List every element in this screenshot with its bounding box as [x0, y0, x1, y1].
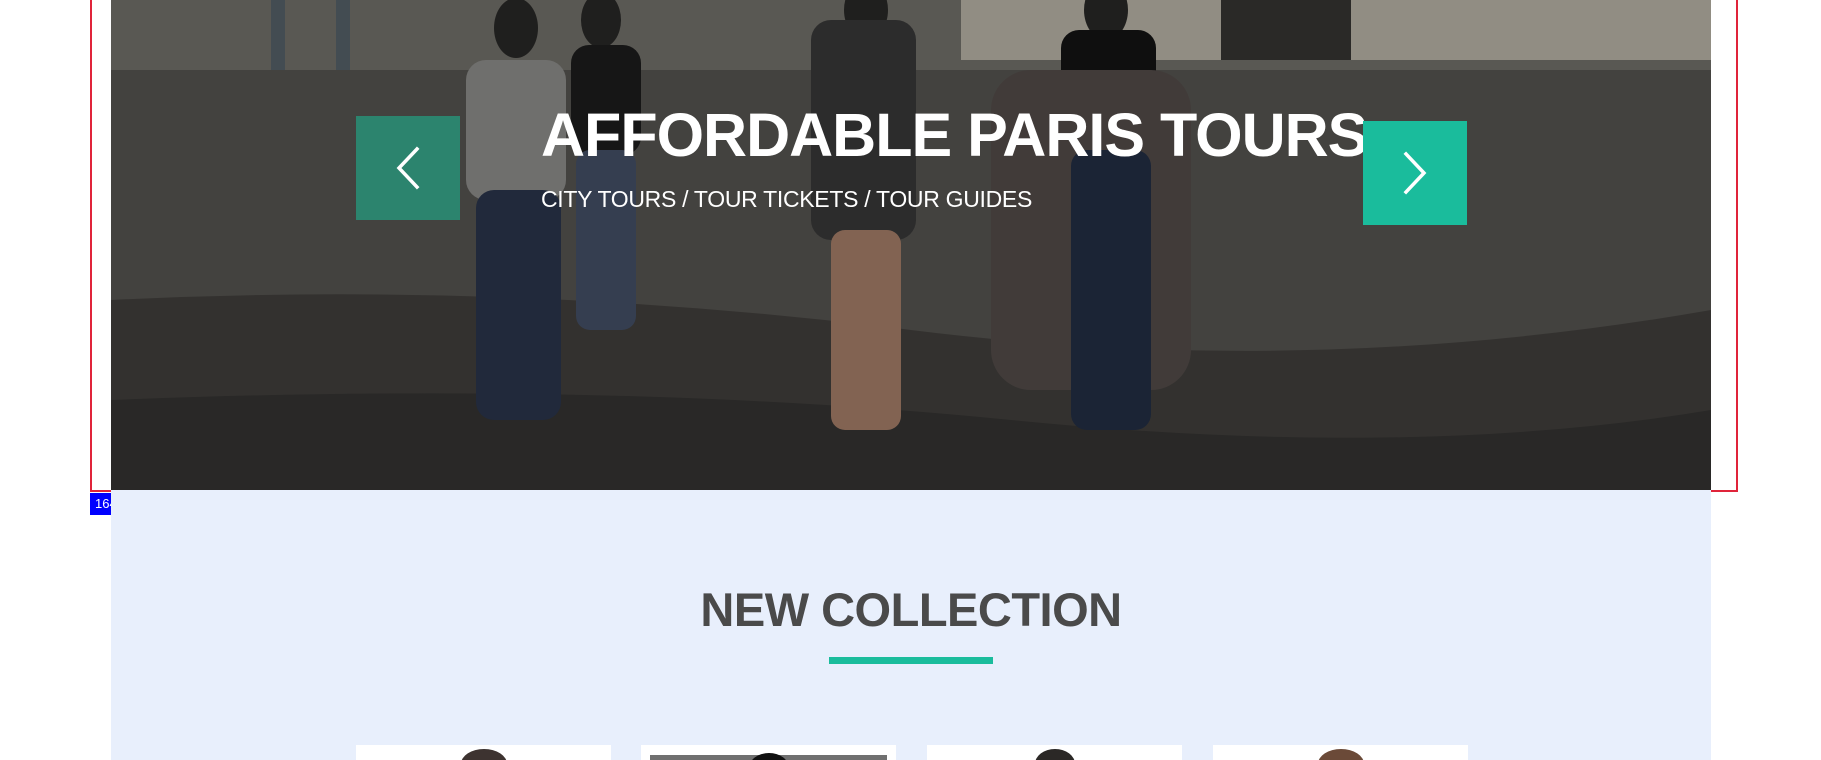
product-card[interactable]	[927, 745, 1182, 760]
title-underline	[829, 657, 993, 664]
product-image	[460, 749, 507, 760]
chevron-right-icon	[1403, 151, 1427, 195]
hero-dim-overlay	[111, 0, 1711, 490]
hero-slider: AFFORDABLE PARIS TOURS CITY TOURS / TOUR…	[111, 0, 1711, 490]
slider-next-button[interactable]	[1363, 121, 1467, 225]
section-title: NEW COLLECTION	[700, 583, 1122, 636]
product-image	[1317, 749, 1364, 760]
slider-prev-button[interactable]	[356, 116, 460, 220]
hero-subtitle: CITY TOURS / TOUR TICKETS / TOUR GUIDES	[541, 186, 1032, 212]
product-card[interactable]	[641, 745, 896, 760]
product-card[interactable]	[356, 745, 611, 760]
chevron-left-icon	[396, 146, 420, 190]
product-card[interactable]	[1213, 745, 1468, 760]
page: AFFORDABLE PARIS TOURS CITY TOURS / TOUR…	[0, 0, 1821, 760]
product-image	[1034, 749, 1075, 760]
new-collection-section: NEW COLLECTION	[111, 490, 1711, 760]
hero-title: AFFORDABLE PARIS TOURS	[541, 101, 1368, 169]
